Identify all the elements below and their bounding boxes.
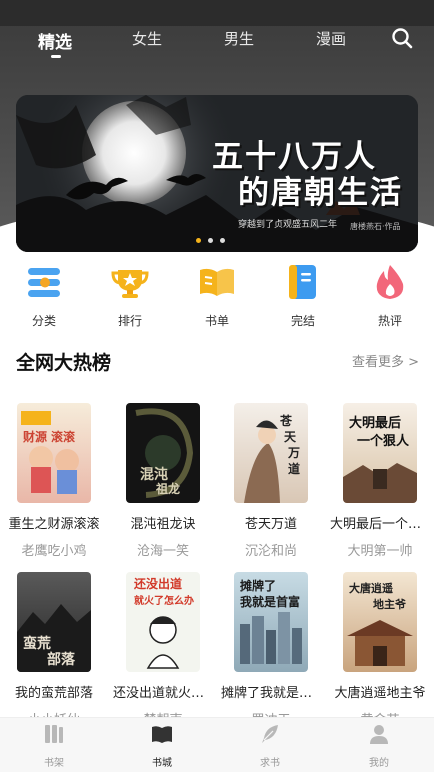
svg-text:滚滚: 滚滚 bbox=[51, 429, 76, 444]
book-cover: 大唐逍遥 地主爷 bbox=[343, 572, 417, 672]
search-icon[interactable] bbox=[390, 26, 414, 50]
open-book-icon bbox=[200, 268, 234, 296]
book-cover: 混沌 祖龙 bbox=[126, 403, 200, 503]
tab-comics[interactable]: 漫画 bbox=[316, 28, 346, 49]
tab-male[interactable]: 男生 bbox=[224, 28, 254, 49]
banner-title: 五十八万人 的唐朝生活 bbox=[212, 139, 403, 211]
book-card[interactable]: 大明最后 一个狠人 大明最后一个狠… 大明第一帅 bbox=[330, 403, 430, 559]
book-title: 大唐逍遥地主爷 bbox=[334, 686, 426, 701]
svg-text:我就是首富: 我就是首富 bbox=[240, 594, 300, 609]
svg-text:地主爷: 地主爷 bbox=[373, 597, 407, 611]
bottom-navigation: 书架 书城 求书 我的 bbox=[0, 717, 434, 772]
svg-text:混沌: 混沌 bbox=[140, 466, 168, 483]
user-icon bbox=[370, 725, 388, 744]
book-card[interactable]: 混沌 祖龙 混沌祖龙诀 沧海一笑 bbox=[113, 403, 213, 559]
nav-label: 书城 bbox=[152, 758, 172, 769]
svg-text:大唐逍遥: 大唐逍遥 bbox=[349, 581, 393, 595]
banner-dot[interactable] bbox=[208, 238, 213, 243]
hot-comments-label: 热评 bbox=[377, 314, 402, 328]
book-cover: 还没出道 就火了怎么办 bbox=[126, 572, 200, 672]
svg-text:摊牌了: 摊牌了 bbox=[240, 578, 276, 593]
svg-text:一个狠人: 一个狠人 bbox=[357, 433, 410, 449]
book-card[interactable]: 大唐逍遥 地主爷 大唐逍遥地主爷 黄金节 bbox=[330, 572, 430, 728]
svg-text:道: 道 bbox=[288, 461, 300, 476]
book-cover: 蛮荒 部落 bbox=[17, 572, 91, 672]
nav-label: 书架 bbox=[44, 758, 64, 769]
finished-label: 完结 bbox=[290, 314, 315, 328]
book-title: 还没出道就火了… bbox=[113, 686, 213, 701]
svg-text:苍: 苍 bbox=[279, 413, 293, 428]
booklist-label: 书单 bbox=[204, 314, 229, 328]
banner-dot-active[interactable] bbox=[196, 238, 201, 243]
category-entry[interactable]: 分类 bbox=[14, 262, 74, 329]
svg-text:万: 万 bbox=[287, 446, 300, 460]
bookshelf-icon bbox=[45, 725, 63, 743]
book-author: 沧海一笑 bbox=[136, 544, 189, 559]
book-title: 摊牌了我就是首… bbox=[221, 686, 321, 701]
hot-comments-entry[interactable]: 热评 bbox=[360, 262, 420, 329]
svg-text:大明最后: 大明最后 bbox=[349, 415, 401, 431]
book-card[interactable]: 摊牌了 我就是首富 摊牌了我就是首… 罗冲天 bbox=[221, 572, 321, 728]
nav-bookshelf[interactable]: 书架 bbox=[24, 722, 84, 769]
svg-text:祖龙: 祖龙 bbox=[155, 481, 180, 496]
bookstore-icon bbox=[152, 726, 172, 743]
trophy-icon bbox=[111, 270, 149, 298]
svg-text:部落: 部落 bbox=[47, 651, 76, 668]
feather-icon bbox=[262, 725, 278, 743]
book-cover: 大明最后 一个狠人 bbox=[343, 403, 417, 503]
book-cover: 摊牌了 我就是首富 bbox=[234, 572, 308, 672]
svg-text:还没出道: 还没出道 bbox=[133, 576, 182, 591]
see-more-link[interactable]: 查看更多 > bbox=[352, 351, 419, 370]
nav-request-book[interactable]: 求书 bbox=[240, 722, 300, 769]
book-author: 老鹰吃小鸡 bbox=[21, 544, 87, 559]
book-title: 苍天万道 bbox=[244, 517, 297, 532]
finished-book-icon bbox=[289, 265, 316, 299]
nav-label: 我的 bbox=[369, 758, 389, 769]
category-label: 分类 bbox=[31, 314, 56, 328]
ranking-label: 排行 bbox=[117, 314, 142, 328]
booklist-entry[interactable]: 书单 bbox=[187, 262, 247, 329]
tab-active-indicator bbox=[51, 55, 61, 58]
book-card[interactable]: 蛮荒 部落 我的蛮荒部落 小小妖仙 bbox=[4, 572, 104, 728]
book-author: 大明第一帅 bbox=[347, 544, 413, 559]
tab-female[interactable]: 女生 bbox=[132, 28, 162, 49]
book-title: 我的蛮荒部落 bbox=[14, 686, 93, 701]
status-bar bbox=[0, 0, 434, 26]
bookstore-screen: 精选 女生 男生 漫画 五十八万人 的唐朝生活 穿越到了贞观盛五风二年 唐楼燕石… bbox=[0, 0, 434, 772]
ranking-entry[interactable]: 排行 bbox=[100, 262, 160, 329]
flame-icon bbox=[376, 265, 404, 299]
banner-subtitle: 穿越到了贞观盛五风二年 bbox=[238, 220, 338, 230]
book-card[interactable]: 苍 天 万 道 苍天万道 沉沦和尚 bbox=[221, 403, 321, 559]
book-author: 沉沦和尚 bbox=[244, 544, 297, 559]
book-title: 重生之财源滚滚 bbox=[8, 517, 100, 532]
svg-text:财源: 财源 bbox=[22, 429, 47, 444]
section-title: 全网大热榜 bbox=[16, 352, 112, 374]
book-title: 大明最后一个狠… bbox=[330, 517, 430, 532]
book-cover: 财源 滚滚 bbox=[17, 403, 91, 503]
nav-profile[interactable]: 我的 bbox=[349, 722, 409, 769]
nav-bookstore[interactable]: 书城 bbox=[132, 722, 192, 769]
svg-text:蛮荒: 蛮荒 bbox=[23, 635, 51, 652]
svg-text:天: 天 bbox=[284, 430, 297, 444]
banner-author: 唐楼燕石·作品 bbox=[350, 222, 401, 231]
promo-banner[interactable]: 五十八万人 的唐朝生活 穿越到了贞观盛五风二年 唐楼燕石·作品 bbox=[16, 95, 418, 252]
top-tabs: 精选 女生 男生 漫画 bbox=[0, 26, 434, 70]
finished-entry[interactable]: 完结 bbox=[273, 262, 333, 329]
book-cover: 苍 天 万 道 bbox=[234, 403, 308, 503]
category-icon bbox=[28, 268, 60, 297]
book-card[interactable]: 还没出道 就火了怎么办 还没出道就火了… 楚朝南 bbox=[113, 572, 213, 728]
nav-label: 求书 bbox=[260, 758, 280, 769]
book-title: 混沌祖龙诀 bbox=[130, 517, 196, 532]
banner-dot[interactable] bbox=[220, 238, 225, 243]
tab-featured[interactable]: 精选 bbox=[38, 28, 72, 53]
svg-text:就火了怎么办: 就火了怎么办 bbox=[134, 594, 194, 607]
book-card[interactable]: 财源 滚滚 重生之财源滚滚 老鹰吃小鸡 bbox=[4, 403, 104, 559]
